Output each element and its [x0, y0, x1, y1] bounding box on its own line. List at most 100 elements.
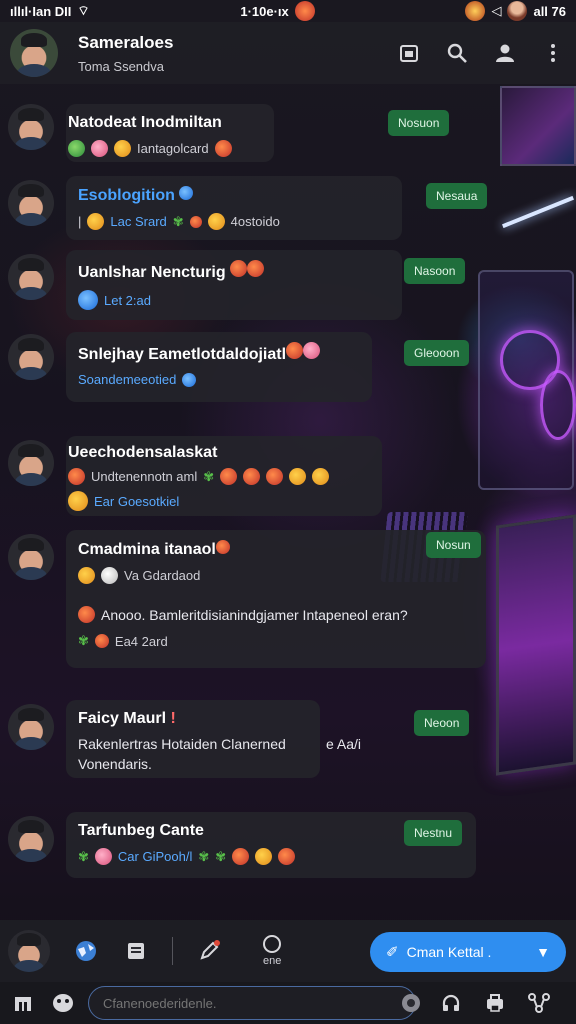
face-emoji-icon: [220, 468, 238, 485]
message-preview: Va Gdardaod: [78, 567, 474, 584]
status-badge: Nestnu: [404, 820, 463, 846]
sprout-icon: ✾: [203, 468, 215, 484]
message-text: Va Gdardaod: [124, 568, 201, 583]
face-emoji-icon: [243, 468, 261, 485]
message-text: Undtenennotn aml: [91, 469, 198, 484]
circle-icon: [263, 935, 282, 953]
avatar: [8, 816, 54, 862]
message-text: e Aa/i: [326, 736, 362, 752]
avatar: [8, 704, 54, 750]
face-emoji-icon: [91, 140, 108, 157]
face-emoji-icon: [78, 606, 95, 623]
message-bubble[interactable]: Esoblogition | Lac Srard ✾ 4ostoido: [66, 176, 402, 240]
status-badge: Nasoon: [404, 258, 466, 284]
contact-name: Cmadmina itanaol: [78, 540, 474, 559]
face-emoji-icon: [207, 213, 225, 230]
battery-text: all 76: [533, 3, 566, 19]
message-bubble[interactable]: Snlejhay Eametlotdaldojiatl Soandemeeoti…: [66, 332, 372, 402]
message-preview: Vonendaris.: [78, 756, 308, 772]
search-icon[interactable]: [444, 40, 470, 66]
nav-item-label: ene: [263, 955, 282, 967]
headphones-icon[interactable]: [438, 990, 464, 1016]
message-preview: Rakenlertras Hotaiden Clanerned: [78, 736, 308, 752]
sprout-icon: ✾: [198, 848, 210, 864]
sprout-icon: ✾: [78, 633, 89, 648]
background-fan: [540, 370, 576, 440]
calendar-icon[interactable]: [396, 40, 422, 66]
chevron-down-icon: ▼: [536, 944, 550, 960]
face-emoji-icon: [312, 468, 330, 485]
message-text: Ea4 2ard: [114, 633, 168, 649]
compose-bar: [0, 982, 576, 1024]
face-emoji-icon: [289, 468, 307, 485]
message-bubble[interactable]: Uanlshar Nencturig Let 2:ad: [66, 250, 402, 320]
contact-name: Faicy Maurl !: [78, 710, 176, 727]
thumbs-up-icon: [182, 372, 197, 387]
bottom-navigation: ene ✐ Cman Kettal . ▼: [0, 920, 576, 982]
share-icon[interactable]: [526, 990, 552, 1016]
chat-header: Sameraloes Toma Ssendva: [0, 22, 576, 84]
contact-name: Ueechodensalaskat: [68, 444, 218, 461]
face-emoji-icon: [68, 468, 85, 485]
document-icon[interactable]: [122, 937, 150, 965]
arrow-up-icon: [78, 290, 98, 310]
face-emoji-icon: [214, 140, 232, 157]
add-user-icon[interactable]: [492, 40, 518, 66]
message-preview: ✾ Ea4 2ard: [78, 633, 474, 649]
page-subtitle: Toma Ssendva: [78, 58, 164, 74]
emoji-icon[interactable]: [50, 990, 76, 1016]
hand-emoji-icon: [68, 491, 88, 511]
status-badge: Neoon: [414, 710, 470, 736]
face-emoji-icon: [232, 848, 250, 865]
avatar: [8, 180, 54, 226]
plant-emoji-icon: [68, 140, 85, 157]
globe-icon[interactable]: [72, 937, 100, 965]
message-text: Ear Goesotkiel: [94, 493, 180, 509]
face-emoji-icon: [255, 848, 273, 865]
nav-item[interactable]: ene: [263, 935, 281, 967]
face-emoji-icon: [94, 634, 109, 648]
page-title: Sameraloes: [78, 32, 174, 52]
sprout-icon: ✾: [78, 848, 89, 864]
background-side-monitor: [496, 514, 576, 776]
notification-icon: [465, 1, 486, 21]
face-emoji-icon: [286, 342, 304, 359]
sticker-icon[interactable]: [398, 990, 424, 1016]
message-preview: Let 2:ad: [78, 290, 390, 310]
face-emoji-icon: [303, 342, 321, 359]
avatar[interactable]: [8, 930, 50, 972]
more-options-icon[interactable]: [540, 40, 566, 66]
printer-icon[interactable]: [482, 990, 508, 1016]
notification-icon: [294, 1, 315, 21]
background-monitor: [500, 86, 576, 166]
message-text: 4ostoido: [230, 214, 280, 229]
status-time: 1·10e·ıx: [240, 3, 289, 19]
contact-name: Esoblogition: [78, 186, 390, 205]
contact-name: Uanlshar Nencturig: [78, 260, 390, 282]
message-text: Rakenlertras Hotaiden Clanerned: [78, 736, 286, 752]
message-text: Vonendaris.: [78, 756, 152, 772]
message-text: Iantagolcard: [137, 141, 209, 156]
edit-icon[interactable]: [195, 937, 223, 965]
message-bubble[interactable]: Ueechodensalaskat Undtenennotn aml ✾ Ear…: [66, 436, 382, 516]
compose-action-label: Cman Kettal .: [406, 944, 492, 960]
message-bubble[interactable]: Faicy Maurl ! Rakenlertras Hotaiden Clan…: [66, 700, 320, 778]
face-emoji-icon: [278, 848, 296, 865]
pencil-icon: ✐: [386, 944, 399, 961]
compose-action-button[interactable]: ✐ Cman Kettal . ▼: [370, 932, 566, 972]
message-input[interactable]: [88, 986, 416, 1020]
face-emoji-icon: [247, 260, 265, 277]
store-icon[interactable]: [10, 990, 36, 1016]
message-preview: Ear Goesotkiel: [68, 491, 380, 511]
message-bubble[interactable]: Cmadmina itanaol Va Gdardaod Anooo. Baml…: [66, 530, 486, 668]
face-emoji-icon: [87, 213, 105, 230]
avatar: [8, 534, 54, 580]
avatar[interactable]: [10, 29, 58, 77]
location-icon: ◁: [491, 3, 502, 18]
face-emoji-icon: [215, 540, 230, 554]
info-emoji-icon: [179, 186, 194, 200]
divider: [172, 937, 173, 965]
status-badge: Nosuon: [388, 110, 450, 136]
message-text: Soandemeeotied: [78, 372, 177, 387]
message-bubble[interactable]: Natodeat Inodmiltan Iantagolcard: [66, 104, 274, 162]
